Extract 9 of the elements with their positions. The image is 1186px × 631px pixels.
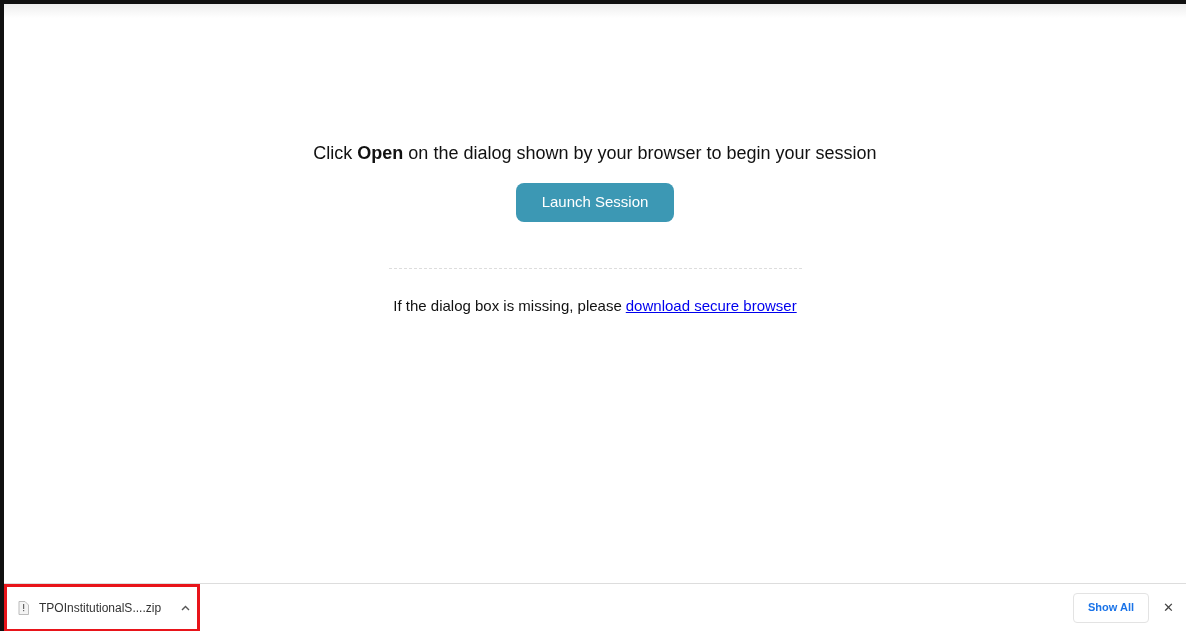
file-name: TPOInstitutionalS....zip [39,599,162,617]
missing-dialog-text: If the dialog box is missing, please [393,296,622,316]
download-item[interactable]: TPOInstitutionalS....zip [4,583,201,631]
download-link[interactable]: download secure browser [625,295,797,318]
instruction-text: Click Open on the dialog shown by your browser to begin your session [313,142,877,165]
caret-icon[interactable] [181,604,191,611]
show-all-button[interactable]: Show All [1072,592,1149,623]
close-button[interactable]: ✕ [1157,596,1180,619]
file-icon [18,600,29,615]
